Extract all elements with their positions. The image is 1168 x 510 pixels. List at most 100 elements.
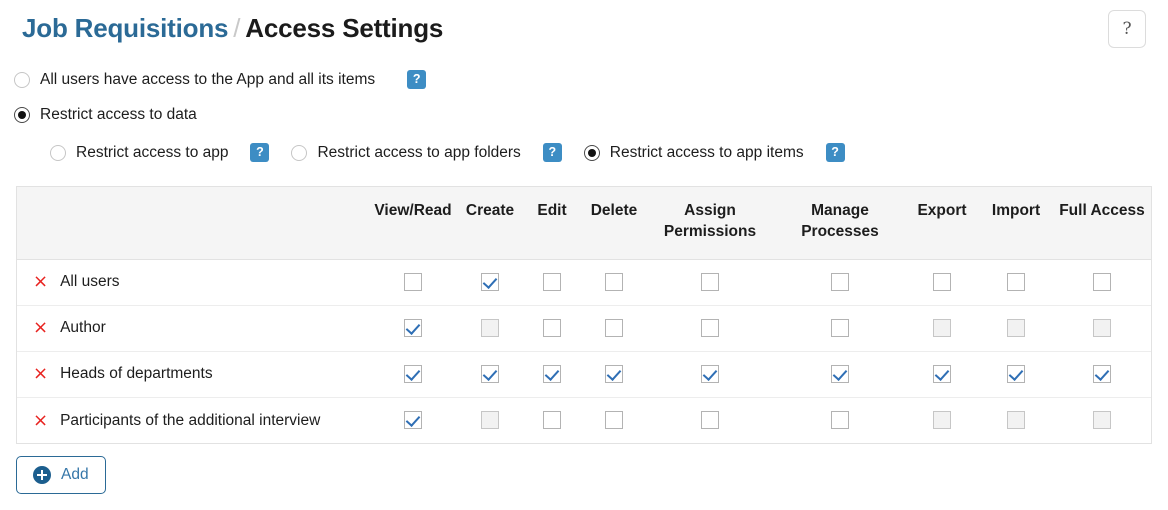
row-name-wrapper: × Participants of the additional intervie…: [33, 411, 367, 430]
delete-row-icon[interactable]: ×: [33, 273, 48, 291]
checkbox-create[interactable]: [481, 273, 499, 292]
permission-cell: [905, 305, 979, 352]
checkbox-full-access[interactable]: [1093, 365, 1111, 384]
checkbox-edit[interactable]: [543, 273, 561, 292]
checkbox-delete[interactable]: [605, 365, 623, 384]
checkbox-view-read[interactable]: [404, 411, 422, 430]
help-button[interactable]: ?: [1108, 10, 1146, 48]
breadcrumb-app-link[interactable]: Job Requisitions: [22, 13, 228, 43]
permissions-table-header: View/Read Create Edit Delete Assign Perm…: [17, 187, 1151, 260]
checkbox-export[interactable]: [933, 365, 951, 384]
permission-cell: [367, 351, 459, 398]
permission-cell: [979, 305, 1053, 352]
checkbox-create[interactable]: [481, 365, 499, 384]
checkbox-assign-permissions[interactable]: [701, 411, 719, 430]
permission-cell: [775, 259, 905, 306]
row-name-wrapper: × All users: [33, 273, 367, 291]
delete-row-icon[interactable]: ×: [33, 319, 48, 337]
checkbox-assign-permissions[interactable]: [701, 365, 719, 384]
checkbox-delete[interactable]: [605, 411, 623, 430]
column-header-export: Export: [905, 187, 979, 260]
radio-restrict-app-folders[interactable]: [291, 144, 308, 161]
permission-cell: [905, 259, 979, 306]
checkbox-assign-permissions[interactable]: [701, 319, 719, 338]
delete-row-icon[interactable]: ×: [33, 411, 48, 430]
checkbox-export[interactable]: [933, 273, 951, 292]
checkbox-manage-processes[interactable]: [831, 365, 849, 384]
radio-label-all-users: All users have access to the App and all…: [40, 70, 376, 88]
question-mark-icon: ?: [1122, 18, 1132, 39]
permission-cell: [367, 305, 459, 352]
row-name-cell: × Heads of departments: [17, 351, 367, 398]
permission-cell: [367, 397, 459, 443]
checkbox-delete[interactable]: [605, 319, 623, 338]
row-name-cell: × All users: [17, 259, 367, 306]
radio-restrict-app[interactable]: [50, 144, 66, 161]
checkbox-manage-processes[interactable]: [831, 411, 849, 430]
radio-restrict-data[interactable]: [14, 107, 30, 123]
add-button-label: Add: [61, 466, 89, 483]
checkbox-edit[interactable]: [543, 319, 561, 338]
permission-cell: [459, 259, 521, 306]
row-name-wrapper: × Heads of departments: [33, 365, 367, 383]
radio-restrict-app-items[interactable]: [583, 144, 600, 161]
permission-cell: [775, 397, 905, 443]
permission-cell: [521, 305, 583, 352]
checkbox-edit[interactable]: [543, 365, 561, 384]
column-header-assign-permissions: Assign Permissions: [645, 187, 775, 260]
radio-label-restrict-data: Restrict access to data: [40, 106, 197, 123]
permission-cell: [459, 351, 521, 398]
row-name-label: Author: [60, 319, 106, 337]
radio-all-users[interactable]: [14, 71, 30, 88]
column-header-full-access: Full Access: [1053, 187, 1151, 260]
table-row: × All users: [17, 259, 1151, 306]
checkbox-create: [481, 411, 499, 430]
checkbox-manage-processes[interactable]: [831, 273, 849, 292]
page-title: Access Settings: [245, 13, 444, 43]
checkbox-view-read[interactable]: [404, 365, 422, 384]
hint-badge-all-users[interactable]: ?: [407, 70, 427, 89]
permission-cell: [521, 259, 583, 306]
radio-label-restrict-app: Restrict access to app: [76, 143, 229, 161]
permission-cell: [905, 351, 979, 398]
table-row: × Author: [17, 305, 1151, 352]
permission-cell: [645, 351, 775, 398]
permission-cell: [979, 259, 1053, 306]
checkbox-import[interactable]: [1007, 365, 1025, 384]
plus-circle-icon: [33, 466, 51, 484]
row-name-cell: × Participants of the additional intervie…: [17, 397, 367, 443]
checkbox-edit[interactable]: [543, 411, 561, 430]
checkbox-import[interactable]: [1007, 273, 1025, 292]
hint-badge-restrict-app-folders[interactable]: ?: [542, 143, 562, 162]
access-settings-page: Job Requisitions / Access Settings ? All u…: [0, 0, 1168, 510]
delete-row-icon[interactable]: ×: [33, 365, 48, 383]
restrict-scope-options: Restrict access to app ? Restrict access…: [50, 143, 845, 162]
checkbox-assign-permissions[interactable]: [701, 273, 719, 292]
access-mode-option-all-users[interactable]: All users have access to the App and all…: [14, 70, 427, 89]
hint-badge-restrict-app[interactable]: ?: [250, 143, 270, 162]
checkbox-full-access[interactable]: [1093, 273, 1111, 292]
row-name-label: Participants of the additional interview: [60, 411, 321, 429]
checkbox-view-read[interactable]: [404, 273, 422, 292]
permission-cell: [1053, 305, 1151, 352]
checkbox-view-read[interactable]: [404, 319, 422, 338]
permission-cell: [583, 351, 645, 398]
permission-cell: [521, 397, 583, 443]
checkbox-manage-processes[interactable]: [831, 319, 849, 338]
permission-cell: [645, 397, 775, 443]
column-header-delete: Delete: [583, 187, 645, 260]
column-header-view-read: View/Read: [367, 187, 459, 260]
checkbox-export: [933, 411, 951, 430]
column-header-import: Import: [979, 187, 1053, 260]
checkbox-full-access: [1093, 319, 1111, 338]
breadcrumb-separator: /: [233, 13, 241, 43]
permission-cell: [583, 259, 645, 306]
add-button[interactable]: Add: [16, 456, 106, 494]
permission-cell: [979, 397, 1053, 443]
access-mode-option-restrict-data[interactable]: Restrict access to data: [14, 106, 197, 124]
checkbox-delete[interactable]: [605, 273, 623, 292]
table-row: × Participants of the additional intervie…: [17, 397, 1151, 443]
hint-badge-restrict-app-items[interactable]: ?: [825, 143, 845, 162]
table-header-row: View/Read Create Edit Delete Assign Perm…: [17, 187, 1151, 260]
permission-cell: [459, 397, 521, 443]
